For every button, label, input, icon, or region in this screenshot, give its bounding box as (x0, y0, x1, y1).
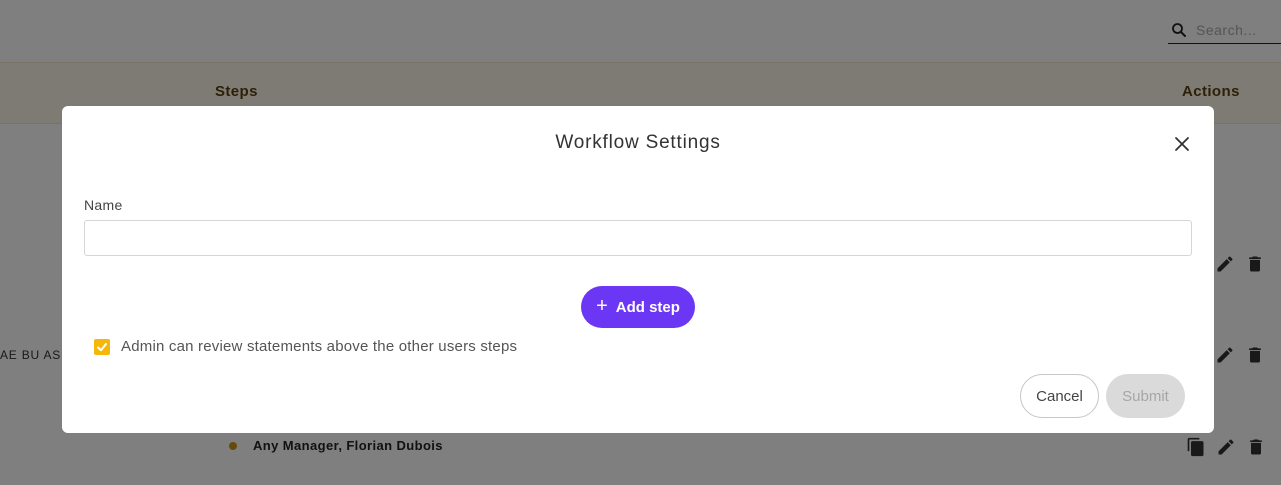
admin-review-option: Admin can review statements above the ot… (94, 338, 517, 355)
add-step-button[interactable]: + Add step (581, 286, 695, 328)
submit-button[interactable]: Submit (1106, 374, 1185, 418)
dialog-title: Workflow Settings (555, 132, 721, 153)
name-label: Name (84, 197, 123, 213)
cancel-button[interactable]: Cancel (1020, 374, 1099, 418)
add-step-label: Add step (615, 298, 680, 316)
close-icon (1175, 137, 1189, 151)
admin-review-checkbox[interactable] (94, 338, 110, 355)
name-input[interactable] (84, 220, 1192, 256)
admin-review-label: Admin can review statements above the ot… (121, 338, 518, 355)
checkmark-icon (97, 342, 107, 351)
workflow-settings-dialog: Workflow Settings Name + Add step Admin … (62, 106, 1214, 433)
close-button[interactable] (1170, 132, 1194, 156)
plus-icon: + (596, 295, 608, 317)
